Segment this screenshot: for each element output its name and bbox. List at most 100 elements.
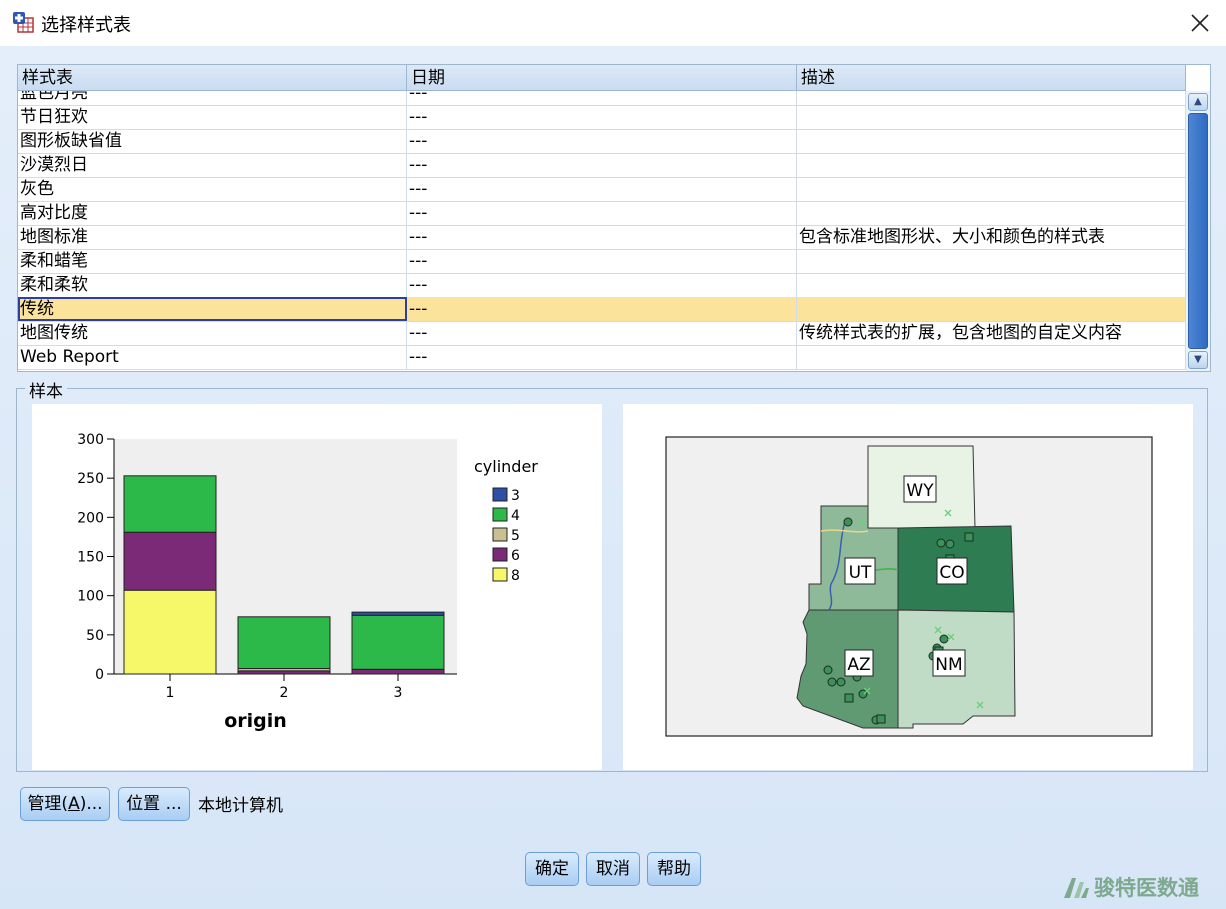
state-label-az: AZ	[847, 655, 870, 675]
cell-stylesheet-name: 灰色	[18, 177, 407, 201]
column-header-stylesheet[interactable]: 样式表	[18, 65, 407, 90]
y-tick-label: 250	[77, 471, 104, 487]
legend-label-4: 4	[511, 508, 520, 524]
manage-button-label: 管理(	[27, 794, 69, 814]
bar-segment-cyl-4-origin-2	[237, 616, 331, 670]
table-row[interactable]: 高对比度 ---	[18, 201, 1186, 226]
scroll-down-button[interactable]: ▼	[1188, 351, 1208, 369]
sample-group-label: 样本	[25, 377, 67, 402]
manage-button[interactable]: 管理(A)...	[20, 787, 110, 821]
x-tick-label: 3	[394, 685, 403, 701]
table-row[interactable]: 蓝色月亮 ---	[18, 91, 1186, 106]
scroll-thumb[interactable]	[1188, 113, 1208, 349]
bar-segment-cyl-8-origin-1	[123, 589, 217, 675]
close-button[interactable]	[1178, 2, 1222, 44]
bar-segment-cyl-3-origin-3	[351, 611, 445, 616]
cell-description	[797, 129, 1186, 153]
table-row[interactable]: 地图传统 --- 传统样式表的扩展，包含地图的自定义内容	[18, 321, 1186, 346]
cell-description	[797, 91, 1186, 105]
watermark-text: 骏特医数通	[1094, 876, 1199, 900]
manage-button-suffix: )...	[79, 794, 103, 814]
table-row[interactable]: 柔和蜡笔 ---	[18, 249, 1186, 274]
cell-description	[797, 249, 1186, 273]
cell-description: 包含标准地图形状、大小和颜色的样式表	[797, 225, 1186, 249]
bar-segment-cyl-6-origin-3	[351, 668, 445, 675]
cell-stylesheet-name: 图形板缺省值	[18, 129, 407, 153]
bar-segment-cyl-6-origin-1	[123, 531, 217, 591]
x-axis-title: origin	[224, 710, 287, 732]
cell-stylesheet-name: 沙漠烈日	[18, 153, 407, 177]
cell-description	[797, 105, 1186, 129]
state-label-ut: UT	[849, 563, 872, 583]
table-row[interactable]: Web Report ---	[18, 345, 1186, 370]
stylesheet-app-icon	[13, 12, 34, 33]
y-tick-label: 200	[77, 510, 104, 526]
cell-date: ---	[407, 105, 797, 129]
cell-date: ---	[407, 91, 797, 105]
legend-label-6: 6	[511, 548, 520, 564]
cell-description: 传统样式表的扩展，包含地图的自定义内容	[797, 321, 1186, 345]
y-tick-label: 300	[77, 432, 104, 448]
cell-date: ---	[407, 345, 797, 369]
table-row[interactable]: 图形板缺省值 ---	[18, 129, 1186, 154]
cell-description	[797, 177, 1186, 201]
cell-stylesheet-name: 柔和蜡笔	[18, 249, 407, 273]
table-header: 样式表 日期 描述	[18, 65, 1186, 91]
cell-stylesheet-name: 节日狂欢	[18, 105, 407, 129]
title-bar: 选择样式表	[0, 0, 1226, 46]
table-row[interactable]: 传统 ---	[18, 297, 1186, 322]
column-header-date[interactable]: 日期	[407, 65, 797, 90]
legend-label-5: 5	[511, 528, 520, 544]
legend-swatch-6	[492, 547, 508, 562]
ok-button[interactable]: 确定	[525, 852, 579, 886]
cell-date: ---	[407, 297, 797, 321]
location-button[interactable]: 位置 ...	[118, 787, 190, 821]
help-button[interactable]: 帮助	[647, 852, 701, 886]
table-body: 蓝色月亮 --- 节日狂欢 --- 图形板缺省值 --- 沙漠烈日 --- 灰色 --- 高对比度 -…	[18, 91, 1186, 371]
arrow-down-icon: ▼	[1194, 354, 1202, 365]
cell-date: ---	[407, 249, 797, 273]
sample-map-panel: WY UT CO AZ NM	[623, 404, 1193, 770]
table-row[interactable]: 柔和柔软 ---	[18, 273, 1186, 298]
table-row[interactable]: 灰色 ---	[18, 177, 1186, 202]
cell-stylesheet-name: Web Report	[18, 345, 407, 369]
y-tick-label: 150	[77, 550, 104, 566]
vertical-scrollbar[interactable]: ▲ ▼	[1186, 91, 1210, 371]
x-tick-label: 2	[280, 685, 289, 701]
legend-swatch-5	[492, 527, 508, 542]
x-tick-label: 1	[166, 685, 175, 701]
window-title: 选择样式表	[41, 15, 131, 36]
close-icon	[1191, 14, 1209, 32]
cell-stylesheet-name: 传统	[18, 297, 407, 321]
table-row[interactable]: 节日狂欢 ---	[18, 105, 1186, 130]
cell-date: ---	[407, 129, 797, 153]
table-row[interactable]: 地图标准 --- 包含标准地图形状、大小和颜色的样式表	[18, 225, 1186, 250]
table-row[interactable]: 沙漠烈日 ---	[18, 153, 1186, 178]
legend-swatch-4	[492, 507, 508, 522]
bar-segment-cyl-4-origin-1	[123, 475, 217, 533]
cell-date: ---	[407, 321, 797, 345]
cell-date: ---	[407, 273, 797, 297]
arrow-up-icon: ▲	[1194, 96, 1202, 107]
sample-bar-chart: 0 50 100 150 200 250 300 1 2 3 origin cylinder 3 4 5 6 8	[77, 432, 538, 732]
y-tick-label: 0	[95, 667, 104, 683]
legend-swatch-8	[492, 567, 508, 582]
cell-date: ---	[407, 177, 797, 201]
cell-description	[797, 201, 1186, 225]
column-header-description[interactable]: 描述	[797, 65, 1186, 90]
manage-mnemonic: A	[68, 794, 80, 814]
cell-description	[797, 153, 1186, 177]
watermark-logo-icon	[1064, 878, 1089, 898]
cell-date: ---	[407, 153, 797, 177]
location-value: 本地计算机	[198, 796, 283, 816]
cell-stylesheet-name: 柔和柔软	[18, 273, 407, 297]
y-tick-label: 50	[86, 628, 104, 644]
cell-stylesheet-name: 蓝色月亮	[18, 91, 407, 105]
cell-description	[797, 345, 1186, 369]
legend-label-8: 8	[511, 568, 520, 584]
y-tick-label: 100	[77, 589, 104, 605]
sample-chart-panel: 0 50 100 150 200 250 300 1 2 3 origin cylinder 3 4 5 6 8	[32, 404, 602, 770]
cell-description	[797, 273, 1186, 297]
cancel-button[interactable]: 取消	[586, 852, 640, 886]
scroll-up-button[interactable]: ▲	[1188, 93, 1208, 111]
